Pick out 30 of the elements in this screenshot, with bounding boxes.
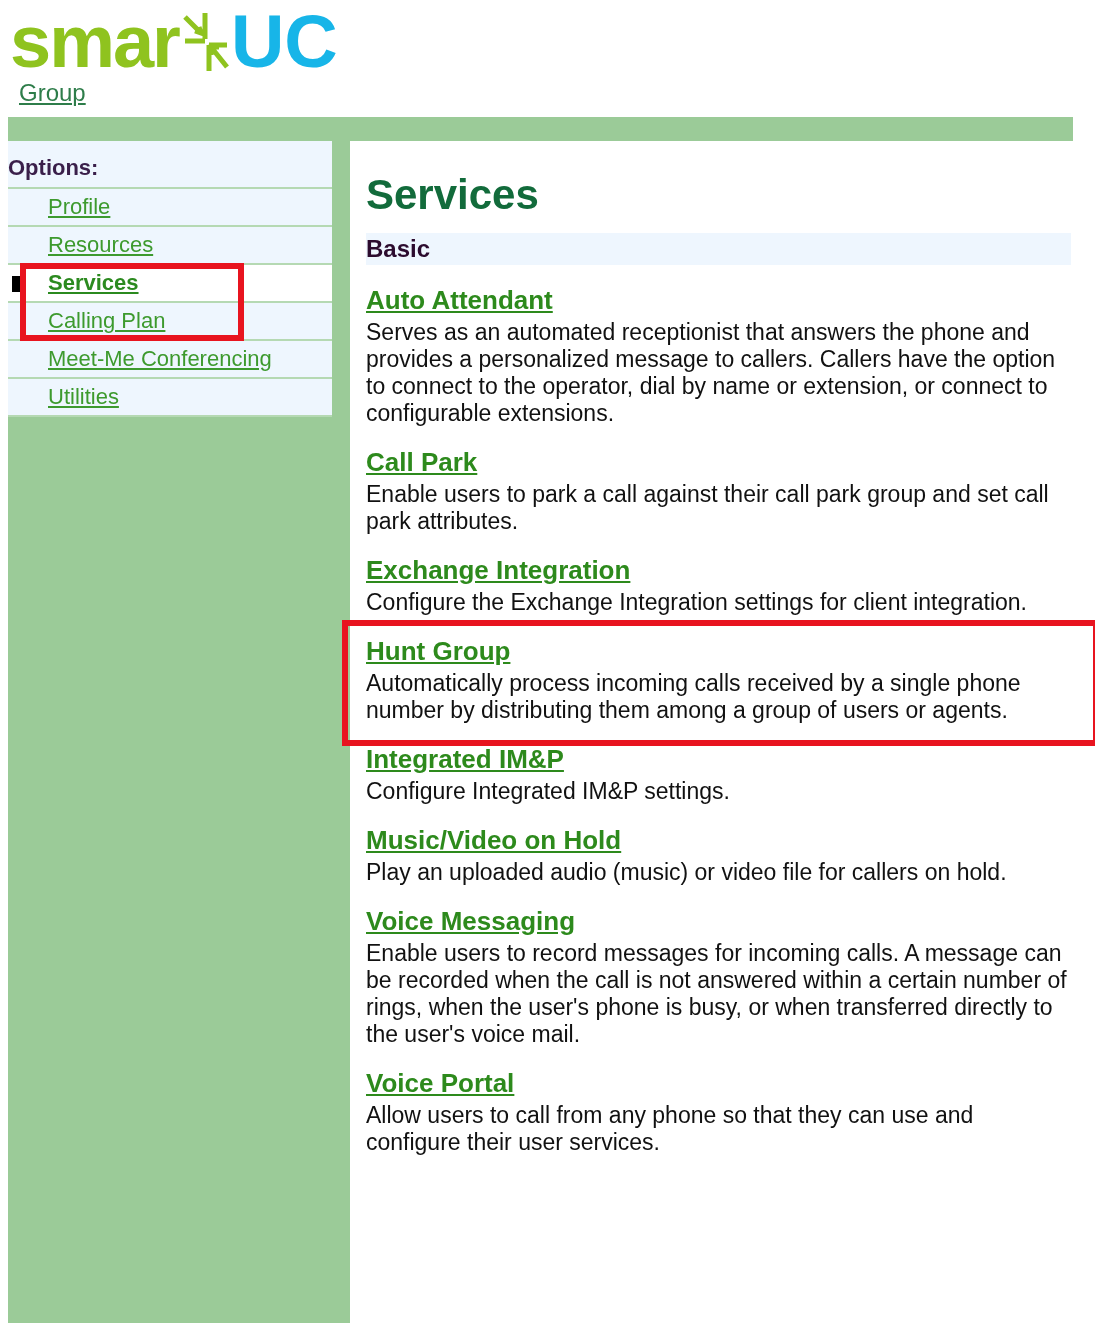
- logo-text: smar: [10, 6, 179, 78]
- menu-link[interactable]: Profile: [48, 194, 111, 220]
- section-heading: Basic: [366, 233, 1071, 265]
- service-link[interactable]: Exchange Integration: [366, 553, 1071, 587]
- service-description: Configure the Exchange Integration settings for client integration.: [366, 589, 1028, 616]
- menu-link[interactable]: Resources: [48, 232, 154, 258]
- menu-link[interactable]: Meet-Me Conferencing: [48, 346, 272, 372]
- service-description: Allow users to call from any phone so that they can use and configure their user services.: [366, 1102, 975, 1156]
- service-description: Enable users to record messages for incoming calls. A message can be recorded when the call is not answered within a certain number of rings, when the user's phone is busy, or when transferred directly to the user's voice mail.: [366, 940, 1068, 1048]
- service-link[interactable]: Hunt Group: [366, 634, 1071, 668]
- service-description: Serves as an automated receptionist that answers the phone and provides a personalized message to callers. Callers have the option to connect to the operator, dial by name or extension, or connect to configurable extensions.: [366, 319, 1057, 427]
- service-link[interactable]: Call Park: [366, 445, 1071, 479]
- service-link[interactable]: Integrated IM&P: [366, 742, 1071, 776]
- menu-link[interactable]: Utilities: [48, 384, 119, 410]
- service-description: Play an uploaded audio (music) or video file for callers on hold.: [366, 859, 1008, 886]
- arrows-icon: [180, 11, 229, 73]
- service-description: Enable users to park a call against their call park group and set call park attributes.: [366, 481, 1050, 535]
- breadcrumb-link[interactable]: Group: [19, 78, 86, 108]
- menu-link[interactable]: Services: [48, 270, 139, 296]
- service-link[interactable]: Voice Messaging: [366, 904, 1071, 938]
- logo-text: UC: [230, 6, 338, 78]
- service-link[interactable]: Music/Video on Hold: [366, 823, 1071, 857]
- service-description: Configure Integrated IM&P settings.: [366, 778, 731, 805]
- options-heading: Options:: [8, 141, 332, 189]
- menu-link[interactable]: Calling Plan: [48, 308, 166, 334]
- page-title: Services: [366, 170, 540, 220]
- service-link[interactable]: Voice Portal: [366, 1066, 1071, 1100]
- service-description: Automatically process incoming calls received by a single phone number by distributing them among a group of users or agents.: [366, 670, 1022, 724]
- current-marker: [12, 276, 20, 292]
- service-link[interactable]: Auto Attendant: [366, 283, 1071, 317]
